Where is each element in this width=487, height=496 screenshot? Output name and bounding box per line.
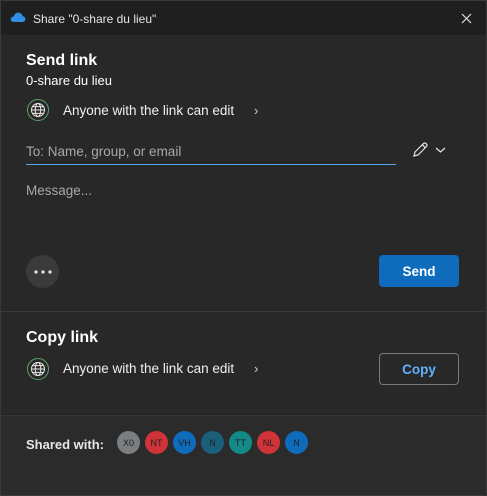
- onedrive-cloud-icon: [10, 12, 26, 22]
- copy-button[interactable]: Copy: [379, 353, 459, 385]
- copy-permission-link[interactable]: Anyone with the link can edit: [63, 361, 234, 376]
- close-button[interactable]: [454, 7, 478, 29]
- send-link-section: Send link 0-share du lieu Anyone with th…: [1, 35, 486, 311]
- title-bar: Share "0-share du lieu": [1, 1, 486, 35]
- avatar[interactable]: X0: [117, 431, 140, 454]
- avatar[interactable]: NT: [145, 431, 168, 454]
- recipients-input[interactable]: [26, 138, 396, 165]
- chevron-down-icon: [435, 147, 446, 153]
- shared-avatars: X0 NT VH N TT NL N: [117, 431, 308, 454]
- send-button[interactable]: Send: [379, 255, 459, 287]
- pencil-icon: [413, 142, 428, 157]
- globe-icon: [27, 358, 49, 380]
- send-link-heading: Send link: [26, 52, 98, 69]
- shared-with-section: Shared with: X0 NT VH N TT NL N: [1, 415, 486, 495]
- avatar[interactable]: TT: [229, 431, 252, 454]
- avatar[interactable]: N: [201, 431, 224, 454]
- chevron-right-icon[interactable]: ›: [254, 103, 258, 118]
- item-name: 0-share du lieu: [26, 73, 112, 88]
- avatar[interactable]: VH: [173, 431, 196, 454]
- copy-link-section: Copy link Anyone with the link can edit …: [1, 312, 486, 414]
- close-icon: [461, 13, 471, 23]
- send-permission-link[interactable]: Anyone with the link can edit: [63, 103, 234, 118]
- copy-link-heading: Copy link: [26, 329, 99, 346]
- more-dots-icon: [33, 269, 52, 274]
- globe-icon: [27, 99, 49, 121]
- shared-with-label: Shared with:: [26, 437, 105, 452]
- chevron-right-icon[interactable]: ›: [254, 361, 258, 376]
- window-title: Share "0-share du lieu": [33, 12, 157, 26]
- avatar[interactable]: N: [285, 431, 308, 454]
- more-options-button[interactable]: [26, 255, 59, 288]
- avatar[interactable]: NL: [257, 431, 280, 454]
- share-dialog: Share "0-share du lieu" Send link 0-shar…: [0, 0, 487, 496]
- permission-dropdown-button[interactable]: [411, 139, 455, 161]
- message-input[interactable]: [26, 183, 456, 243]
